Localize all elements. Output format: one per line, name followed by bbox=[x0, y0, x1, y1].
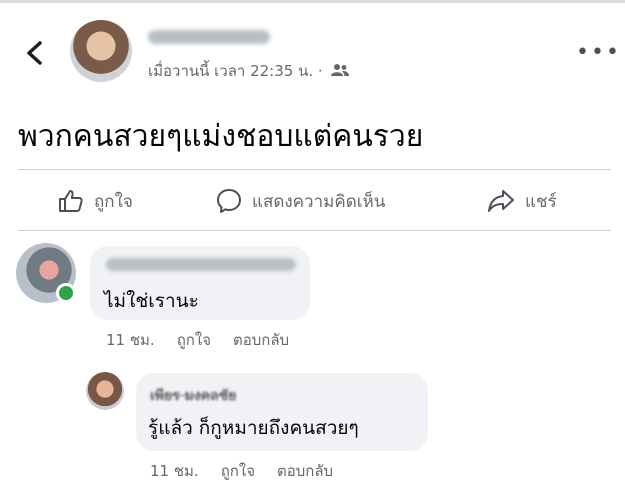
like-label: ถูกใจ bbox=[94, 191, 133, 212]
reply-meta: 11 ชม. ถูกใจ ตอบกลับ bbox=[150, 459, 333, 483]
post-timestamp[interactable]: เมื่อวานนี้ เวลา 22:35 น. bbox=[148, 62, 313, 80]
comment-like-link[interactable]: ถูกใจ bbox=[177, 328, 211, 352]
comment-text: ไม่ใช่เรานะ bbox=[104, 290, 199, 312]
post-author-name[interactable] bbox=[148, 30, 270, 44]
comment-author-name[interactable] bbox=[106, 258, 296, 271]
friends-icon[interactable] bbox=[331, 63, 350, 81]
reply-text: รู้แล้ว ก็กูหมายถึงคนสวยๆ bbox=[148, 417, 359, 439]
comment-meta: 11 ชม. ถูกใจ ตอบกลับ bbox=[106, 328, 289, 352]
reply-like-link[interactable]: ถูกใจ bbox=[221, 459, 255, 483]
divider-top bbox=[18, 169, 611, 170]
comment-label: แสดงความคิดเห็น bbox=[252, 191, 386, 212]
thumbs-up-icon bbox=[58, 189, 84, 213]
like-button[interactable]: ถูกใจ bbox=[58, 184, 133, 218]
back-arrow-icon[interactable] bbox=[22, 38, 48, 68]
post-text: พวกคนสวยๆแม่งชอบแต่คนรวย bbox=[18, 119, 424, 154]
reply-bubble: เพียร มงคลชัย รู้แล้ว ก็กูหมายถึงคนสวยๆ bbox=[136, 373, 428, 451]
comment-bubble: ไม่ใช่เรานะ bbox=[90, 246, 310, 320]
post-meta: เมื่อวานนี้ เวลา 22:35 น. · bbox=[148, 59, 350, 83]
comment-time[interactable]: 11 ชม. bbox=[106, 328, 155, 352]
reply-reply-link[interactable]: ตอบกลับ bbox=[277, 459, 333, 483]
divider-bottom bbox=[18, 230, 611, 231]
post-author-avatar[interactable] bbox=[70, 20, 132, 82]
online-status-dot bbox=[56, 283, 76, 303]
share-button[interactable]: แชร์ bbox=[487, 184, 557, 218]
comment-bubble-icon bbox=[216, 188, 242, 214]
share-label: แชร์ bbox=[525, 191, 557, 212]
reply-author-avatar[interactable] bbox=[86, 372, 124, 410]
meta-separator: · bbox=[317, 62, 323, 80]
share-arrow-icon bbox=[487, 189, 515, 213]
top-border bbox=[0, 0, 625, 3]
comment-button[interactable]: แสดงความคิดเห็น bbox=[216, 184, 385, 218]
more-options-icon[interactable]: ••• bbox=[576, 40, 621, 65]
reply-author-name[interactable]: เพียร มงคลชัย bbox=[150, 385, 236, 407]
reply-time[interactable]: 11 ชม. bbox=[150, 459, 199, 483]
comment-reply-link[interactable]: ตอบกลับ bbox=[233, 328, 289, 352]
